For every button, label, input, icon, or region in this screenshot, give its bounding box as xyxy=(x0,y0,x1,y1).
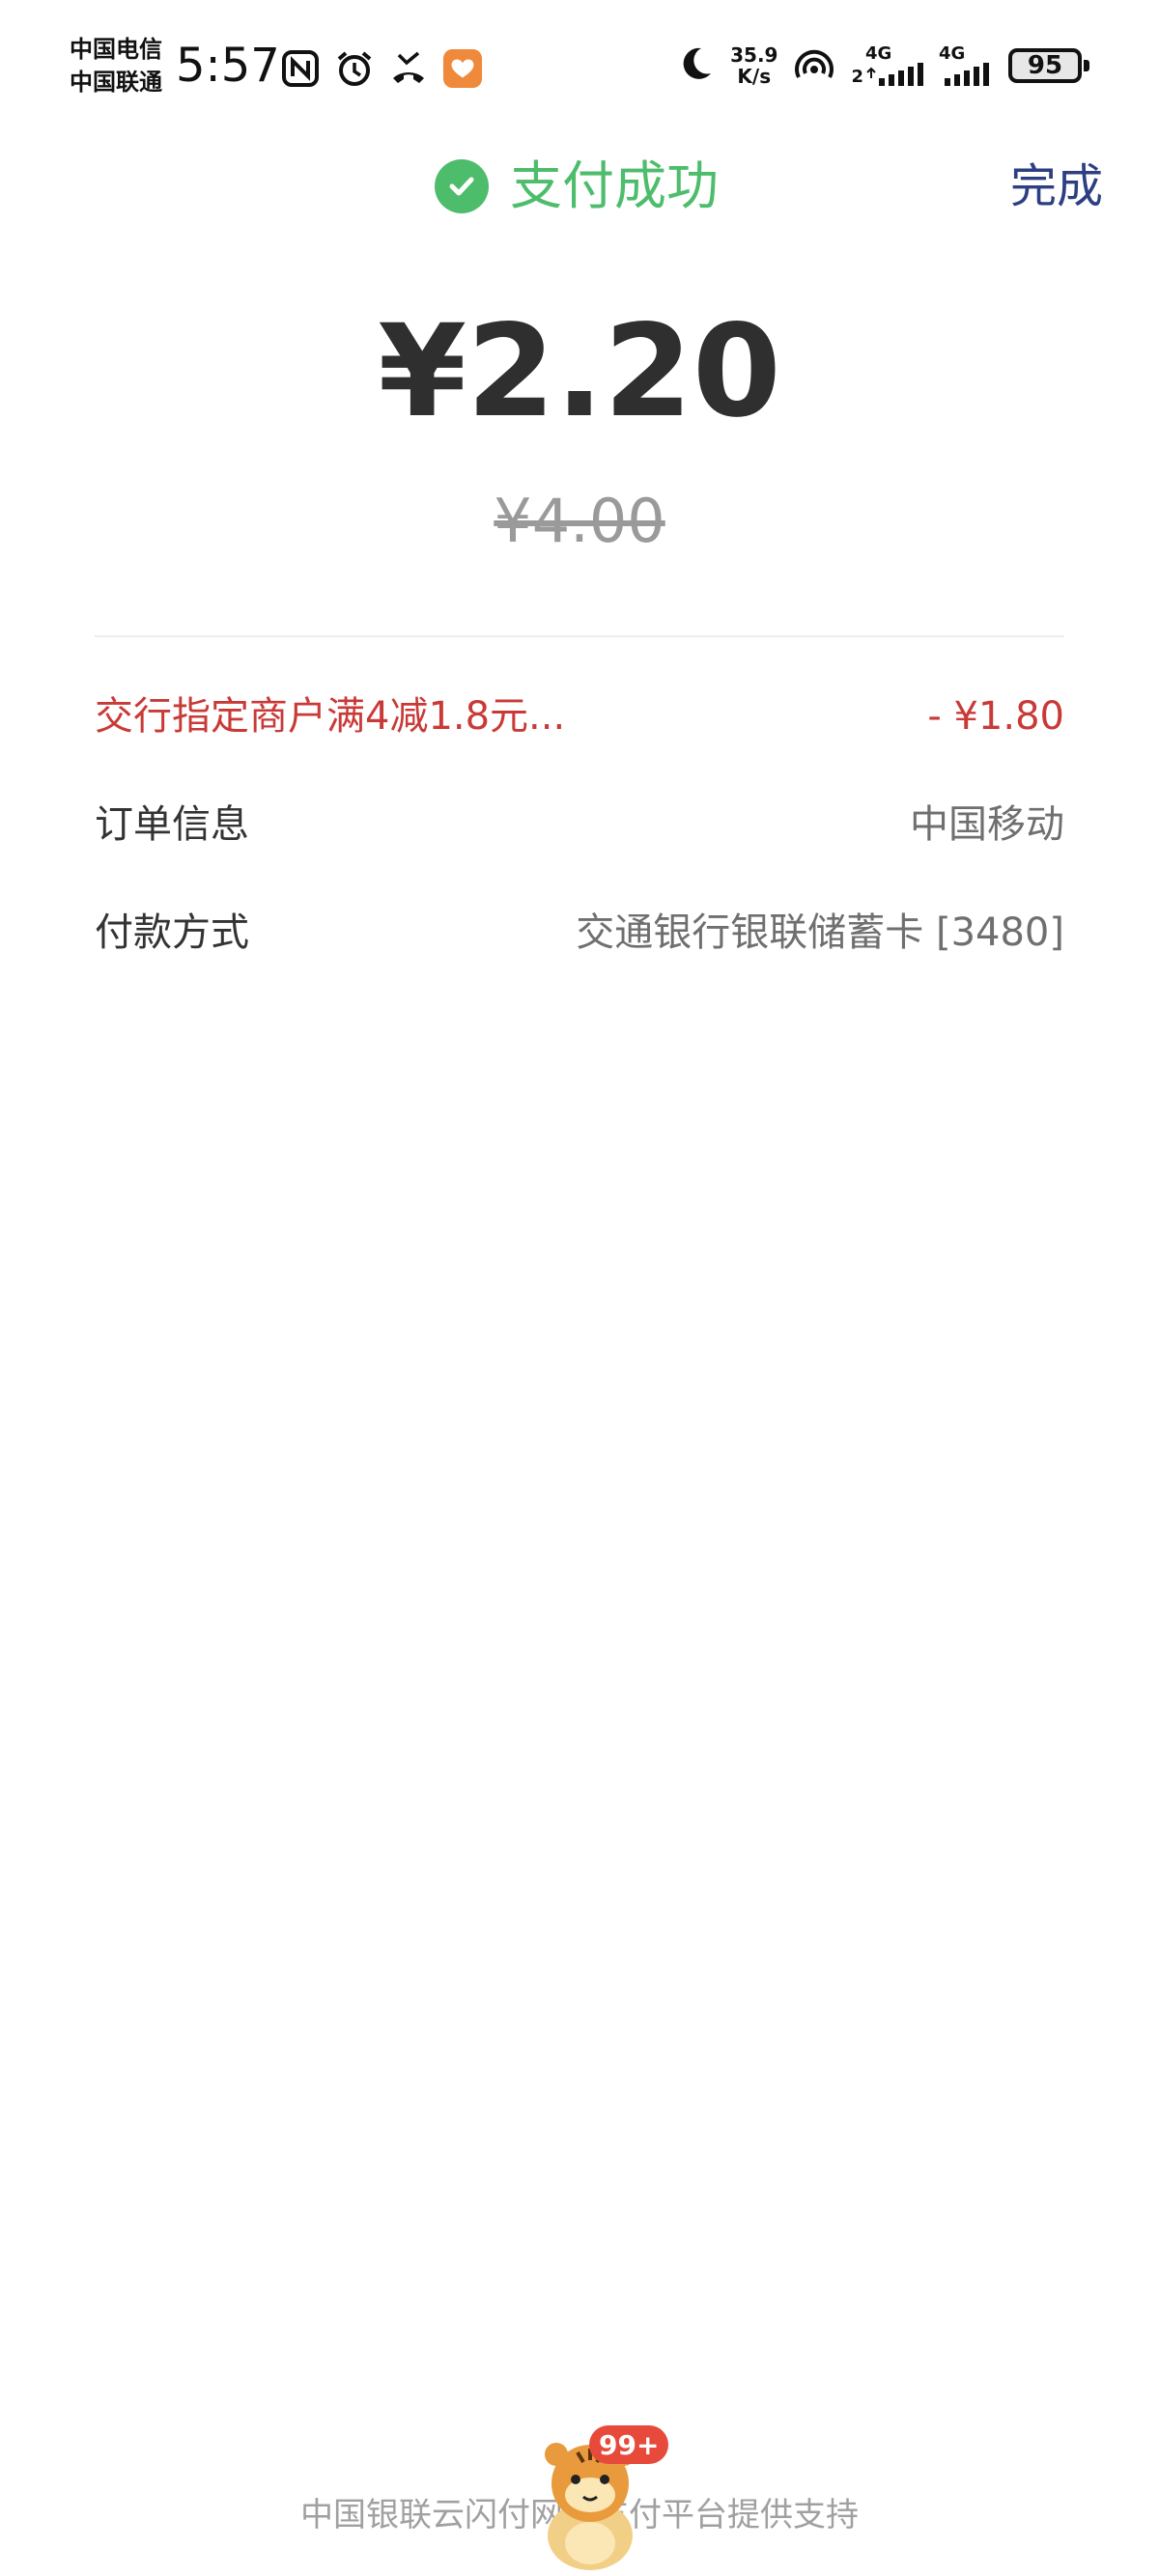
done-button[interactable]: 完成 xyxy=(1010,153,1103,220)
payment-method-label: 付款方式 xyxy=(95,910,249,955)
success-status: 支付成功 xyxy=(435,153,719,220)
discount-label: 交行指定商户满4减1.8元... xyxy=(95,694,566,739)
signal-2: 4G xyxy=(939,45,993,86)
discount-row[interactable]: 交行指定商户满4减1.8元... - ¥1.80 xyxy=(95,687,1064,745)
order-info-row: 订单信息 中国移动 xyxy=(95,796,1064,854)
carrier-1: 中国电信 xyxy=(70,36,162,63)
carrier-2: 中国联通 xyxy=(70,69,162,96)
signal-1: 2 4G xyxy=(851,45,923,86)
order-info-value: 中国移动 xyxy=(910,802,1064,847)
carrier-names: 中国电信 中国联通 xyxy=(70,33,162,98)
signal-icon xyxy=(866,63,923,86)
original-amount: ¥4.00 xyxy=(494,486,665,556)
status-bar: 中国电信 中国联通 5:57 35.9 K/s 2 4G 4G 95 xyxy=(0,0,1159,126)
signal-icon xyxy=(945,63,989,86)
nfc-icon xyxy=(280,48,321,89)
page-title: 支付成功 xyxy=(510,155,719,216)
app-notification-icon xyxy=(442,48,483,89)
moon-icon xyxy=(676,44,715,87)
check-circle-icon xyxy=(435,159,489,213)
paid-amount: ¥2.20 xyxy=(378,297,781,446)
divider xyxy=(95,635,1064,637)
result-header: 支付成功 完成 xyxy=(0,135,1159,232)
clock: 5:57 xyxy=(176,39,280,93)
discount-value: - ¥1.80 xyxy=(927,694,1064,739)
alarm-icon xyxy=(334,48,375,89)
status-icons-right: 35.9 K/s 2 4G 4G 95 xyxy=(676,43,1089,88)
payment-method-value: 交通银行银联储蓄卡 [3480] xyxy=(576,910,1064,955)
hotspot-icon xyxy=(793,44,835,87)
order-info-label: 订单信息 xyxy=(95,802,249,847)
battery-indicator: 95 xyxy=(1008,48,1089,83)
status-icons-left xyxy=(280,48,483,89)
network-speed: 35.9 K/s xyxy=(730,43,778,88)
notification-badge: 99+ xyxy=(589,2425,669,2464)
payment-method-row: 付款方式 交通银行银联储蓄卡 [3480] xyxy=(95,904,1064,962)
missed-call-icon xyxy=(388,48,429,89)
